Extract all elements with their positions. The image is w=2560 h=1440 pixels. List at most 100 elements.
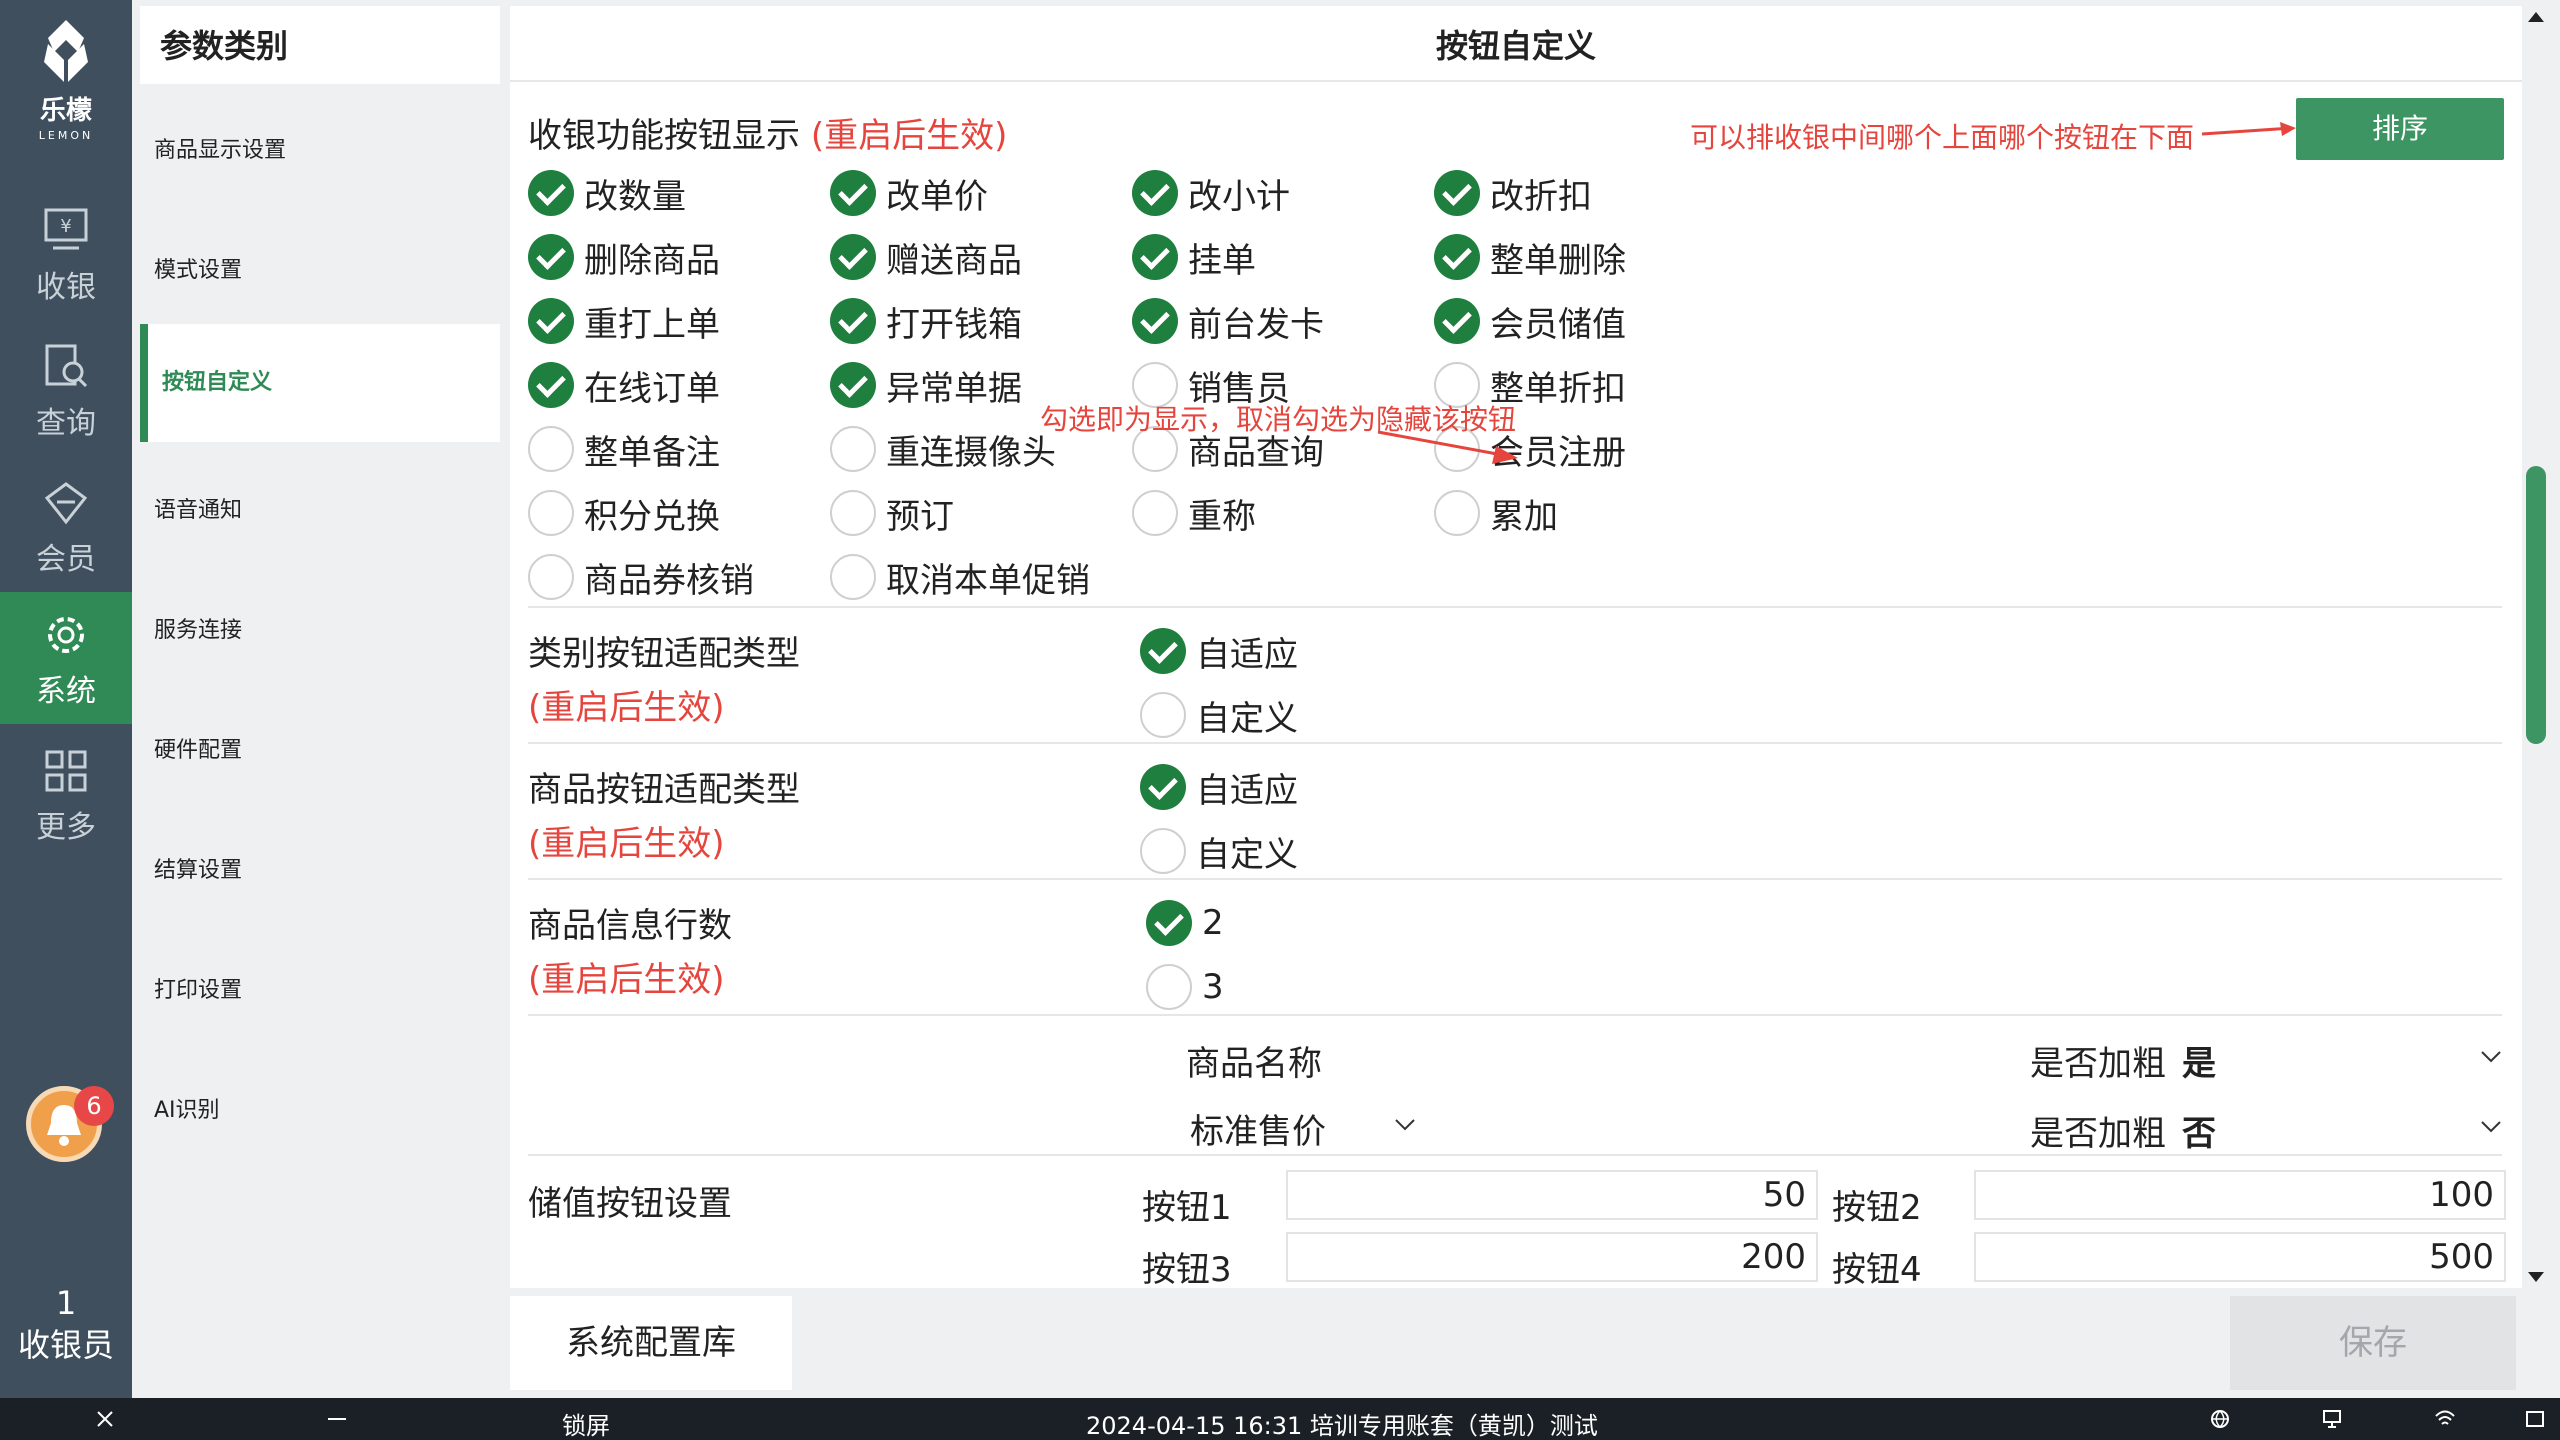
cashier-button-option[interactable]: 预订 (830, 488, 954, 538)
brand-sub: LEMON (38, 129, 94, 142)
category-item-service[interactable]: 服务连接 (140, 572, 500, 690)
cashier-button-option[interactable]: 积分兑换 (528, 488, 720, 538)
cashier-button-option[interactable]: 会员储值 (1434, 296, 1626, 346)
checkbox-checked-icon (1132, 298, 1178, 344)
section-title-product-fit: 商品按钮适配类型 (528, 770, 800, 810)
window-icon[interactable] (2526, 1411, 2544, 1427)
radio-unchecked-icon (1146, 964, 1192, 1010)
cashier-button-option[interactable]: 删除商品 (528, 232, 720, 282)
minimize-icon[interactable] (328, 1418, 346, 1422)
taskbar: 锁屏 2024-04-15 16:31 培训专用账套（黄凯）测试 (0, 1398, 2560, 1440)
option-label: 自适应 (1196, 634, 1298, 675)
cashier-button-option[interactable]: 商品券核销 (528, 552, 754, 602)
chevron-down-icon (2481, 1051, 2501, 1063)
user-role: 收银员 (17, 1326, 114, 1364)
nav-item-member[interactable]: 会员 (0, 460, 132, 592)
category-item-voice[interactable]: 语音通知 (140, 452, 500, 570)
globe-icon[interactable] (2210, 1409, 2230, 1429)
option-label: 自定义 (1196, 834, 1298, 875)
option-label: 挂单 (1188, 240, 1256, 281)
scroll-down-icon[interactable] (2526, 1270, 2546, 1286)
section-title-category-fit: 类别按钮适配类型 (528, 634, 800, 674)
cashier-icon: ¥ (44, 208, 88, 250)
cashier-button-option[interactable]: 改小计 (1132, 168, 1290, 218)
radio-checked-icon (1146, 900, 1192, 946)
category-item-settlement[interactable]: 结算设置 (140, 812, 500, 930)
chevron-down-icon (1395, 1119, 1415, 1131)
nav-item-system[interactable]: 系统 (0, 592, 132, 724)
cashier-button-option[interactable]: 取消本单促销 (830, 552, 1090, 602)
option-category-adaptive[interactable]: 自适应 (1140, 626, 1298, 676)
category-item-ai[interactable]: AI识别 (140, 1052, 500, 1170)
cashier-button-option[interactable]: 重称 (1132, 488, 1256, 538)
option-label: 会员储值 (1490, 304, 1626, 345)
user-info[interactable]: 1 收银员 (0, 1282, 132, 1366)
option-label: 删除商品 (584, 240, 720, 281)
option-rows-2[interactable]: 2 (1146, 898, 1224, 948)
stored-button2-input[interactable]: 100 (1974, 1170, 2506, 1220)
option-rows-3[interactable]: 3 (1146, 962, 1224, 1012)
stored-button4-input[interactable]: 500 (1974, 1232, 2506, 1282)
annotation-sort: 可以排收银中间哪个上面哪个按钮在下面 (1690, 121, 2195, 154)
cashier-button-option[interactable]: 在线订单 (528, 360, 720, 410)
divider (528, 1154, 2502, 1156)
stored-button1-input[interactable]: 50 (1286, 1170, 1818, 1220)
scroll-up-icon[interactable] (2526, 8, 2546, 24)
cashier-button-option[interactable]: 赠送商品 (830, 232, 1022, 282)
select-value: 标准售价 (1190, 1112, 1326, 1152)
status-text: 2024-04-15 16:31 培训专用账套（黄凯）测试 (1086, 1412, 1598, 1440)
checkbox-checked-icon (528, 362, 574, 408)
cashier-button-option[interactable]: 重打上单 (528, 296, 720, 346)
info-row2-field-select[interactable]: 标准售价 (1190, 1104, 1510, 1153)
cashier-button-option[interactable]: 改单价 (830, 168, 988, 218)
member-icon (44, 482, 88, 525)
nav-item-cashier[interactable]: ¥ 收银 (0, 188, 132, 320)
cashier-button-option[interactable]: 异常单据 (830, 360, 1022, 410)
checkbox-checked-icon (1434, 170, 1480, 216)
wifi-icon[interactable] (2434, 1410, 2456, 1428)
nav-label: 查询 (36, 406, 96, 441)
nav-item-query[interactable]: 查询 (0, 324, 132, 456)
select-value: 否 (2182, 1114, 2216, 1154)
nav-item-more[interactable]: 更多 (0, 728, 132, 860)
cashier-button-option[interactable]: 重连摄像头 (830, 424, 1056, 474)
lock-screen-button[interactable]: 锁屏 (562, 1406, 610, 1440)
cashier-button-option[interactable]: 整单删除 (1434, 232, 1626, 282)
nav-label: 系统 (36, 674, 96, 709)
option-product-adaptive[interactable]: 自适应 (1140, 762, 1298, 812)
scrollbar-thumb[interactable] (2526, 466, 2546, 744)
close-icon[interactable] (96, 1410, 114, 1428)
info-row1-bold-select[interactable]: 是 (2182, 1036, 2506, 1085)
cashier-button-option[interactable]: 挂单 (1132, 232, 1256, 282)
cashier-button-option[interactable]: 打开钱箱 (830, 296, 1022, 346)
cashier-button-option[interactable]: 累加 (1434, 488, 1558, 538)
stored-button3-input[interactable]: 200 (1286, 1232, 1818, 1282)
sort-button[interactable]: 排序 (2296, 98, 2504, 160)
checkbox-unchecked-icon (528, 426, 574, 472)
svg-text:¥: ¥ (60, 216, 71, 237)
chevron-down-icon (2481, 1121, 2501, 1133)
cashier-button-option[interactable]: 改数量 (528, 168, 686, 218)
category-item-print[interactable]: 打印设置 (140, 932, 500, 1050)
category-item-mode[interactable]: 模式设置 (140, 212, 500, 330)
checkbox-checked-icon (1132, 234, 1178, 280)
category-item-hardware[interactable]: 硬件配置 (140, 692, 500, 810)
option-product-custom[interactable]: 自定义 (1140, 826, 1298, 876)
info-row2-bold-select[interactable]: 否 (2182, 1106, 2506, 1155)
monitor-icon[interactable] (2322, 1409, 2342, 1429)
cashier-button-option[interactable]: 改折扣 (1434, 168, 1592, 218)
query-icon (45, 344, 88, 388)
category-item-display[interactable]: 商品显示设置 (140, 92, 500, 210)
section-title-stored-value: 储值按钮设置 (528, 1184, 732, 1224)
cashier-button-option[interactable]: 整单备注 (528, 424, 720, 474)
restart-note: (重启后生效) (810, 116, 1008, 156)
cashier-button-option[interactable]: 前台发卡 (1132, 296, 1324, 346)
save-button[interactable]: 保存 (2230, 1296, 2516, 1390)
divider (528, 1014, 2502, 1016)
system-config-button[interactable]: 系统配置库 (510, 1296, 792, 1390)
option-label: 改数量 (584, 176, 686, 217)
category-item-button-custom[interactable]: 按钮自定义 (140, 324, 500, 442)
scrollbar[interactable] (2522, 6, 2550, 1288)
option-label: 取消本单促销 (886, 560, 1090, 601)
option-category-custom[interactable]: 自定义 (1140, 690, 1298, 740)
